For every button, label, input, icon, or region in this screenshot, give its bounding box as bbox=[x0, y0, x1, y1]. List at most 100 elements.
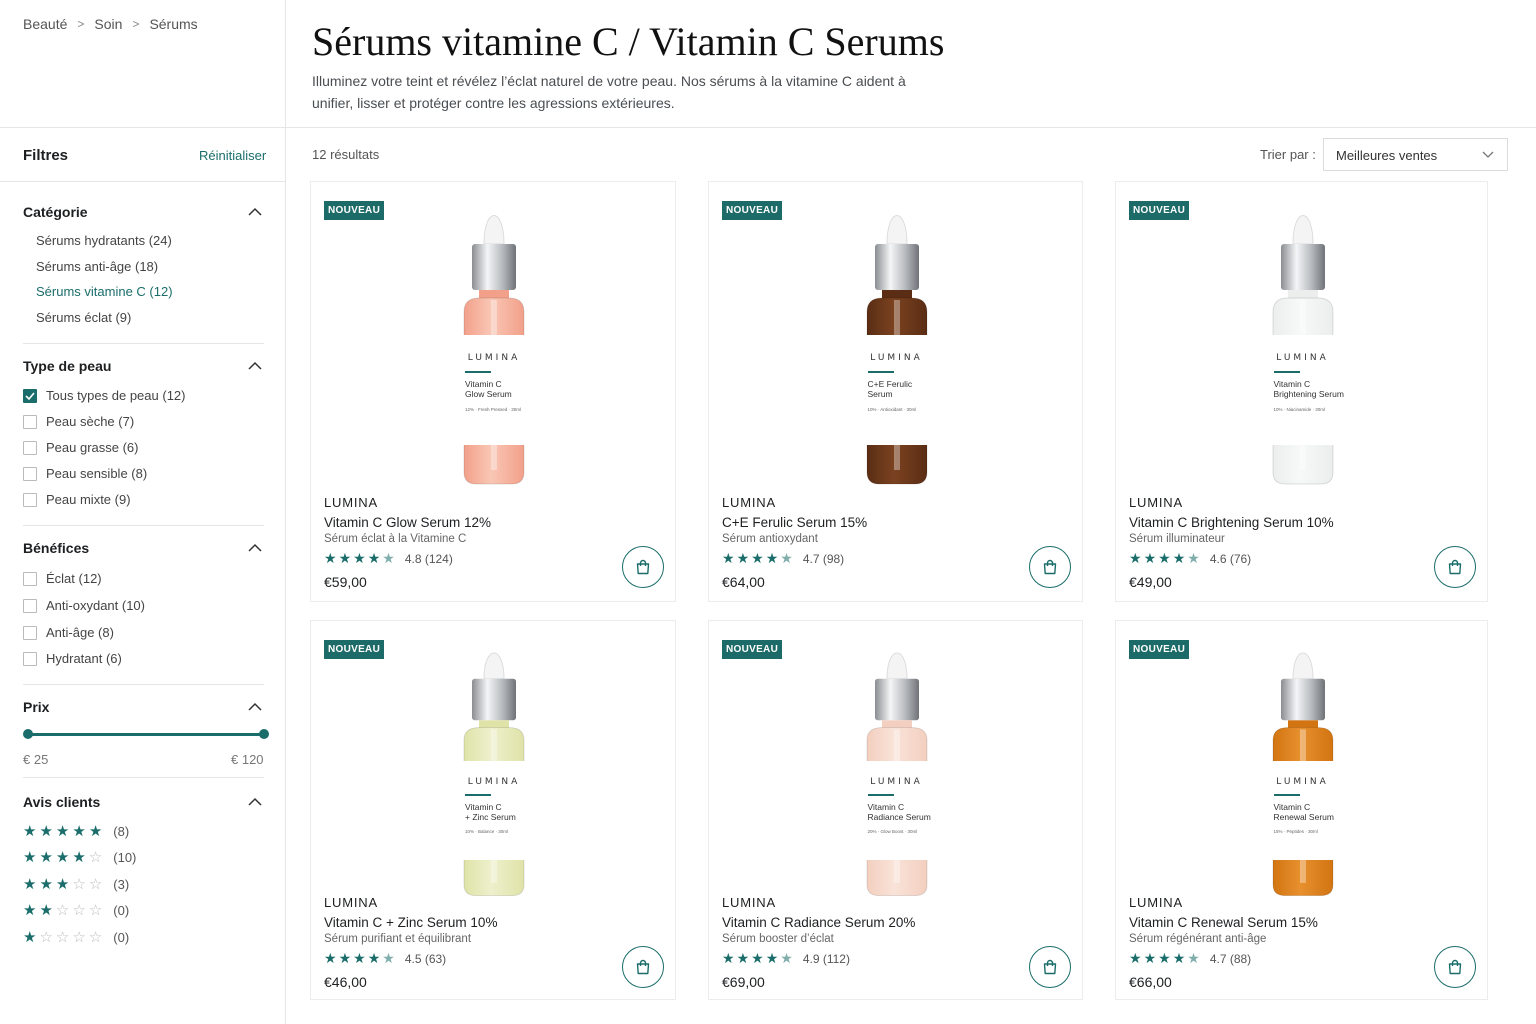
reset-filters-link[interactable]: Réinitialiser bbox=[199, 148, 266, 163]
checkbox-label: Peau sèche (7) bbox=[46, 414, 135, 429]
product-card[interactable]: NOUVEAU LUMINA C+E Ferulic Serum 10% · Antio… bbox=[708, 181, 1083, 602]
product-price: €66,00 bbox=[1129, 974, 1172, 990]
add-to-cart-button[interactable] bbox=[1434, 946, 1476, 988]
bottle-label-line1: Vitamin C bbox=[1273, 801, 1311, 812]
benefit-anti-age-checkbox[interactable]: Anti-âge (8) bbox=[23, 625, 114, 640]
category-item-eclat[interactable]: Sérums éclat (9) bbox=[36, 310, 131, 325]
star-filled-icon: ★ bbox=[23, 876, 37, 893]
review-filter-5-stars[interactable]: ★ ★ ★ ★ ★ (8) bbox=[23, 824, 129, 839]
add-to-cart-button[interactable] bbox=[622, 946, 664, 988]
product-name[interactable]: C+E Ferulic Serum 15% bbox=[722, 515, 867, 530]
product-name[interactable]: Vitamin C Brightening Serum 10% bbox=[1129, 515, 1334, 530]
review-filter-1-stars[interactable]: ★ ☆ ☆ ☆ ☆ (0) bbox=[23, 930, 129, 945]
product-card[interactable]: NOUVEAU LUMINA Vitamin C Radiance Serum 20% … bbox=[708, 620, 1083, 1000]
star-filled-icon: ★ bbox=[1143, 550, 1157, 566]
product-name[interactable]: Vitamin C + Zinc Serum 10% bbox=[324, 915, 497, 930]
shopping-bag-icon bbox=[636, 559, 650, 575]
checkbox-icon[interactable] bbox=[23, 625, 37, 640]
product-name[interactable]: Vitamin C Renewal Serum 15% bbox=[1129, 915, 1318, 930]
benefit-antioxidant-checkbox[interactable]: Anti-oxydant (10) bbox=[23, 598, 145, 613]
checkbox-icon[interactable] bbox=[23, 492, 37, 507]
review-filter-2-stars[interactable]: ★ ★ ☆ ☆ ☆ (0) bbox=[23, 903, 129, 918]
checkbox-label: Peau grasse (6) bbox=[46, 440, 139, 455]
product-card[interactable]: NOUVEAU LUMINA Vitamin C + Zinc Serum 10% · … bbox=[310, 620, 676, 1000]
chevron-up-icon[interactable] bbox=[248, 797, 262, 806]
breadcrumb-item-serums[interactable]: Sérums bbox=[149, 16, 197, 33]
breadcrumb: Beauté > Soin > Sérums bbox=[23, 16, 198, 33]
shopping-bag-icon bbox=[1043, 559, 1057, 575]
chevron-up-icon[interactable] bbox=[248, 207, 262, 216]
star-filled-icon: ★ bbox=[353, 950, 366, 966]
skin-type-all-checkbox[interactable]: Tous types de peau (12) bbox=[23, 388, 185, 403]
checkbox-icon[interactable] bbox=[23, 651, 37, 666]
skin-type-dry-checkbox[interactable]: Peau sèche (7) bbox=[23, 414, 134, 429]
add-to-cart-button[interactable] bbox=[1029, 946, 1071, 988]
bottle-label-line2: Radiance Serum bbox=[867, 811, 931, 822]
bottle-label-line2: Renewal Serum bbox=[1273, 811, 1334, 822]
bottle-label-details: 15% · Peptides · 30ml bbox=[1273, 829, 1318, 835]
sort-select[interactable]: Meilleures ventes bbox=[1323, 138, 1508, 171]
star-filled-icon: ★ bbox=[1158, 550, 1171, 566]
reviews-section-title[interactable]: Avis clients bbox=[23, 794, 100, 810]
benefit-hydrating-checkbox[interactable]: Hydratant (6) bbox=[23, 651, 122, 666]
category-section-title[interactable]: Catégorie bbox=[23, 204, 88, 220]
checkbox-icon[interactable] bbox=[23, 440, 37, 455]
star-empty-icon: ☆ bbox=[88, 849, 103, 866]
chevron-up-icon[interactable] bbox=[248, 702, 262, 711]
star-filled-icon: ★ bbox=[55, 823, 70, 840]
checkbox-icon[interactable] bbox=[23, 571, 37, 586]
checkbox-icon[interactable] bbox=[23, 466, 37, 481]
bottle-label-brand: LUMINA bbox=[467, 353, 521, 363]
category-item-vitamin-c[interactable]: Sérums vitamine C (12) bbox=[36, 284, 173, 299]
review-filter-3-stars[interactable]: ★ ★ ★ ☆ ☆ (3) bbox=[23, 877, 129, 892]
product-subtitle: Sérum illuminateur bbox=[1129, 533, 1225, 545]
price-slider-track[interactable] bbox=[28, 733, 264, 736]
bottle-label-details: 10% · Antioxidant · 30ml bbox=[867, 407, 917, 412]
star-filled-icon: ★ bbox=[23, 929, 37, 946]
product-price: €69,00 bbox=[722, 974, 765, 990]
checkbox-checked-icon[interactable] bbox=[23, 388, 37, 403]
review-filter-4-stars[interactable]: ★ ★ ★ ★ ☆ (10) bbox=[23, 850, 136, 865]
skin-type-section-title[interactable]: Type de peau bbox=[23, 358, 111, 374]
bottle-label-line2: Serum bbox=[867, 389, 893, 399]
add-to-cart-button[interactable] bbox=[1029, 546, 1071, 588]
breadcrumb-item-soin[interactable]: Soin bbox=[94, 16, 122, 33]
skin-type-sensitive-checkbox[interactable]: Peau sensible (8) bbox=[23, 466, 147, 481]
price-section-title[interactable]: Prix bbox=[23, 699, 49, 715]
price-slider-min-handle[interactable] bbox=[23, 729, 33, 739]
product-card[interactable]: NOUVEAU LUMINA Vitamin C Glow Serum 12% · Fr… bbox=[310, 181, 676, 602]
chevron-up-icon[interactable] bbox=[248, 361, 262, 370]
chevron-up-icon[interactable] bbox=[248, 543, 262, 552]
product-brand: LUMINA bbox=[324, 495, 378, 510]
price-slider-max-handle[interactable] bbox=[259, 729, 269, 739]
checkbox-icon[interactable] bbox=[23, 598, 37, 613]
category-item-anti-age[interactable]: Sérums anti-âge (18) bbox=[36, 259, 158, 274]
star-empty-icon: ☆ bbox=[72, 876, 86, 893]
bottle-label-line1: C+E Ferulic bbox=[867, 379, 913, 389]
add-to-cart-button[interactable] bbox=[622, 546, 664, 588]
star-filled-icon: ★ bbox=[338, 550, 352, 566]
product-name[interactable]: Vitamin C Glow Serum 12% bbox=[324, 515, 491, 530]
skin-type-mixed-checkbox[interactable]: Peau mixte (9) bbox=[23, 492, 131, 507]
page-description: Illuminez votre teint et révélez l’éclat… bbox=[312, 73, 906, 111]
benefit-eclat-checkbox[interactable]: Éclat (12) bbox=[23, 571, 102, 586]
skin-type-oily-checkbox[interactable]: Peau grasse (6) bbox=[23, 440, 139, 455]
star-empty-icon: ☆ bbox=[55, 902, 70, 919]
product-card[interactable]: NOUVEAU LUMINA Vitamin C Brightening Serum 1… bbox=[1115, 181, 1488, 602]
product-card[interactable]: NOUVEAU LUMINA Vitamin C Renewal Serum 15% ·… bbox=[1115, 620, 1488, 1000]
bottle-label-line2: + Zinc Serum bbox=[465, 811, 516, 822]
product-name[interactable]: Vitamin C Radiance Serum 20% bbox=[722, 915, 915, 930]
results-count: 12 résultats bbox=[312, 147, 380, 162]
benefits-section-title[interactable]: Bénéfices bbox=[23, 540, 89, 556]
product-brand: LUMINA bbox=[722, 495, 776, 510]
checkbox-icon[interactable] bbox=[23, 414, 37, 429]
breadcrumb-item-beaute[interactable]: Beauté bbox=[23, 16, 67, 33]
product-brand: LUMINA bbox=[324, 895, 378, 910]
star-filled-icon: ★ bbox=[751, 550, 764, 566]
category-item-hydrating[interactable]: Sérums hydratants (24) bbox=[36, 233, 172, 248]
divider bbox=[23, 684, 264, 685]
add-to-cart-button[interactable] bbox=[1434, 546, 1476, 588]
bottle-label-brand: LUMINA bbox=[467, 777, 521, 788]
bottle-label-line1: Vitamin C bbox=[867, 801, 905, 812]
bottle-label-brand: LUMINA bbox=[1276, 777, 1329, 788]
